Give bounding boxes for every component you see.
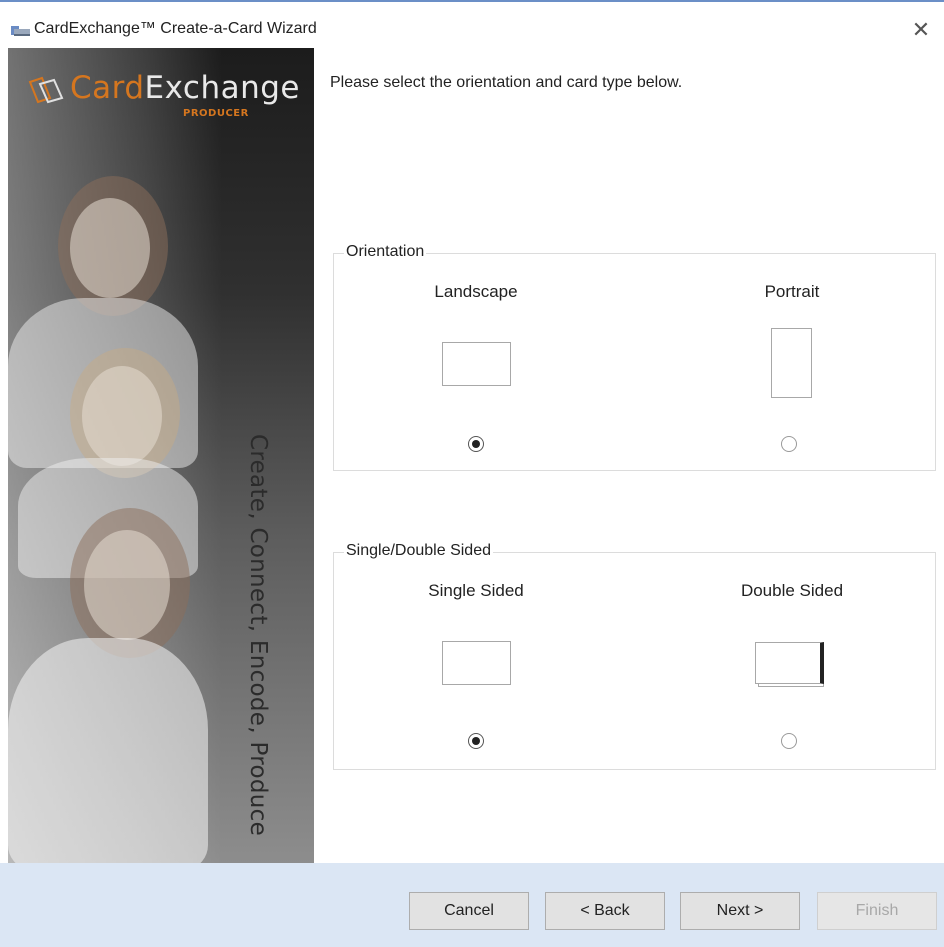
single-sided-label: Single Sided [428,581,524,600]
person-face-2 [82,366,162,466]
finish-button[interactable]: Finish [817,892,937,930]
single-sided-card-preview [442,641,511,685]
back-button[interactable]: < Back [545,892,665,930]
portrait-card-preview [771,328,812,398]
title-bar-accent [0,0,944,2]
double-sided-card-preview [755,642,824,684]
portrait-label: Portrait [764,282,820,301]
landscape-radio[interactable] [468,436,484,452]
orientation-group: Orientation Landscape Portrait [333,243,936,471]
person-face-3 [84,530,170,640]
single-sided-radio[interactable] [468,733,484,749]
person-body-3 [8,638,208,863]
logo-word-card: Card [70,70,145,106]
landscape-card-preview [442,342,511,386]
wizard-footer: Cancel < Back Next > Finish [0,863,944,947]
cardexchange-logo: CardExchange PRODUCER [28,70,308,130]
logo-word-exchange: Exchange [144,70,301,106]
sides-group: Single/Double Sided Single Sided Double … [333,542,936,770]
logo-wordmark: CardExchange [70,70,300,106]
title-bar: CardExchange™ Create-a-Card Wizard ✕ [0,0,944,48]
landscape-label: Landscape [434,282,518,301]
instruction-text: Please select the orientation and card t… [330,74,683,91]
next-button[interactable]: Next > [680,892,800,930]
app-icon [11,26,30,36]
logo-producer: PRODUCER [183,108,249,119]
portrait-radio[interactable] [781,436,797,452]
cancel-button[interactable]: Cancel [409,892,529,930]
radio-dot [472,440,480,448]
close-button[interactable]: ✕ [904,14,938,48]
double-sided-radio[interactable] [781,733,797,749]
window-title: CardExchange™ Create-a-Card Wizard [34,20,317,37]
wizard-sidebar-banner: CardExchange PRODUCER Create, Connect, E… [8,48,314,863]
sides-group-title: Single/Double Sided [344,542,493,560]
person-face-1 [70,198,150,298]
double-sided-label: Double Sided [740,581,844,600]
radio-dot [472,737,480,745]
orientation-group-title: Orientation [344,243,427,261]
sidebar-tagline: Create, Connect, Encode, Produce [245,434,271,837]
logo-mark-icon [28,76,64,104]
